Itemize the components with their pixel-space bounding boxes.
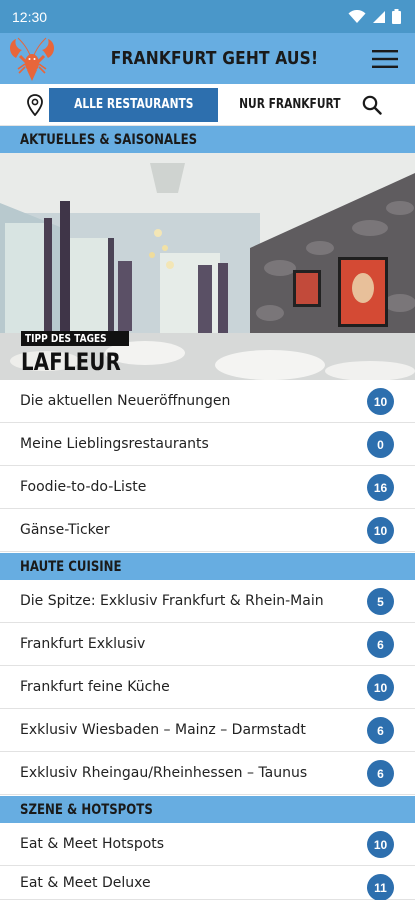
- list-item-label: Gänse-Ticker: [20, 522, 110, 538]
- list-item[interactable]: Exklusiv Rheingau/Rheinhessen – Taunus 6: [0, 752, 415, 795]
- status-bar: 12:30: [0, 0, 415, 33]
- hero-badge-label: TIPP DES TAGES: [25, 332, 107, 345]
- section-title: AKTUELLES & SAISONALES: [20, 131, 198, 148]
- search-icon[interactable]: [362, 84, 382, 126]
- filter-all-label: ALLE RESTAURANTS: [73, 97, 194, 112]
- filter-all-restaurants-button[interactable]: ALLE RESTAURANTS: [48, 87, 219, 122]
- count-badge: 5: [367, 588, 394, 615]
- hero-title-label: LAFLEUR: [21, 348, 122, 376]
- section-header-haute-cuisine: HAUTE CUISINE: [0, 553, 415, 580]
- list-item[interactable]: Eat & Meet Hotspots 10: [0, 823, 415, 866]
- list-item-label: Frankfurt feine Küche: [20, 679, 170, 695]
- count-badge: 16: [367, 474, 394, 501]
- count-badge: 6: [367, 717, 394, 744]
- list-item-label: Eat & Meet Hotspots: [20, 836, 165, 852]
- count-badge: 6: [367, 760, 394, 787]
- status-icons: [348, 9, 401, 24]
- list-item-label: Die Spitze: Exklusiv Frankfurt & Rhein-M…: [20, 593, 324, 609]
- count-badge: 11: [367, 874, 394, 900]
- list-item-label: Meine Lieblingsrestaurants: [20, 436, 209, 452]
- lobster-logo[interactable]: [4, 33, 60, 84]
- list-item[interactable]: Die aktuellen Neueröffnungen 10: [0, 380, 415, 423]
- location-pin-icon[interactable]: [22, 84, 48, 126]
- list-item[interactable]: Exklusiv Wiesbaden – Mainz – Darmstadt 6: [0, 709, 415, 752]
- filter-toolbar: ALLE RESTAURANTS NUR FRANKFURT: [0, 84, 415, 126]
- section-title: HAUTE CUISINE: [20, 558, 122, 575]
- count-badge: 10: [367, 388, 394, 415]
- list-item[interactable]: Meine Lieblingsrestaurants 0: [0, 423, 415, 466]
- list-item-label: Exklusiv Rheingau/Rheinhessen – Taunus: [20, 765, 308, 781]
- filter-only-frankfurt-button[interactable]: NUR FRANKFURT: [218, 88, 362, 122]
- battery-icon: [392, 9, 401, 24]
- list-item-label: Die aktuellen Neueröffnungen: [20, 393, 231, 409]
- list-item-label: Exklusiv Wiesbaden – Mainz – Darmstadt: [20, 722, 306, 738]
- count-badge: 10: [367, 517, 394, 544]
- section-header-szene-hotspots: SZENE & HOTSPOTS: [0, 796, 415, 823]
- list-item[interactable]: Die Spitze: Exklusiv Frankfurt & Rhein-M…: [0, 580, 415, 623]
- list-item-label: Frankfurt Exklusiv: [20, 636, 146, 652]
- hero-title: LAFLEUR: [21, 348, 143, 376]
- app-title: FRANKFURT GEHT AUS!: [110, 48, 319, 69]
- list-item-label: Foodie-to-do-Liste: [20, 479, 147, 495]
- list-item[interactable]: Eat & Meet Deluxe 11: [0, 866, 415, 900]
- hero-badge: TIPP DES TAGES: [21, 331, 129, 346]
- list-item[interactable]: Frankfurt feine Küche 10: [0, 666, 415, 709]
- hamburger-menu-icon[interactable]: [361, 33, 409, 84]
- wifi-icon: [348, 9, 366, 23]
- list-item-label: Eat & Meet Deluxe: [20, 874, 151, 891]
- list-item[interactable]: Gänse-Ticker 10: [0, 509, 415, 552]
- section-header-aktuelles: AKTUELLES & SAISONALES: [0, 126, 415, 153]
- filter-frankfurt-label: NUR FRANKFURT: [239, 97, 341, 112]
- status-time: 12:30: [12, 8, 48, 25]
- app-bar: FRANKFURT GEHT AUS!: [0, 33, 415, 84]
- count-badge: 10: [367, 674, 394, 701]
- count-badge: 10: [367, 831, 394, 858]
- section-title: SZENE & HOTSPOTS: [20, 801, 153, 818]
- count-badge: 6: [367, 631, 394, 658]
- list-item[interactable]: Frankfurt Exklusiv 6: [0, 623, 415, 666]
- count-badge: 0: [367, 431, 394, 458]
- list-item[interactable]: Foodie-to-do-Liste 16: [0, 466, 415, 509]
- signal-icon: [373, 10, 385, 23]
